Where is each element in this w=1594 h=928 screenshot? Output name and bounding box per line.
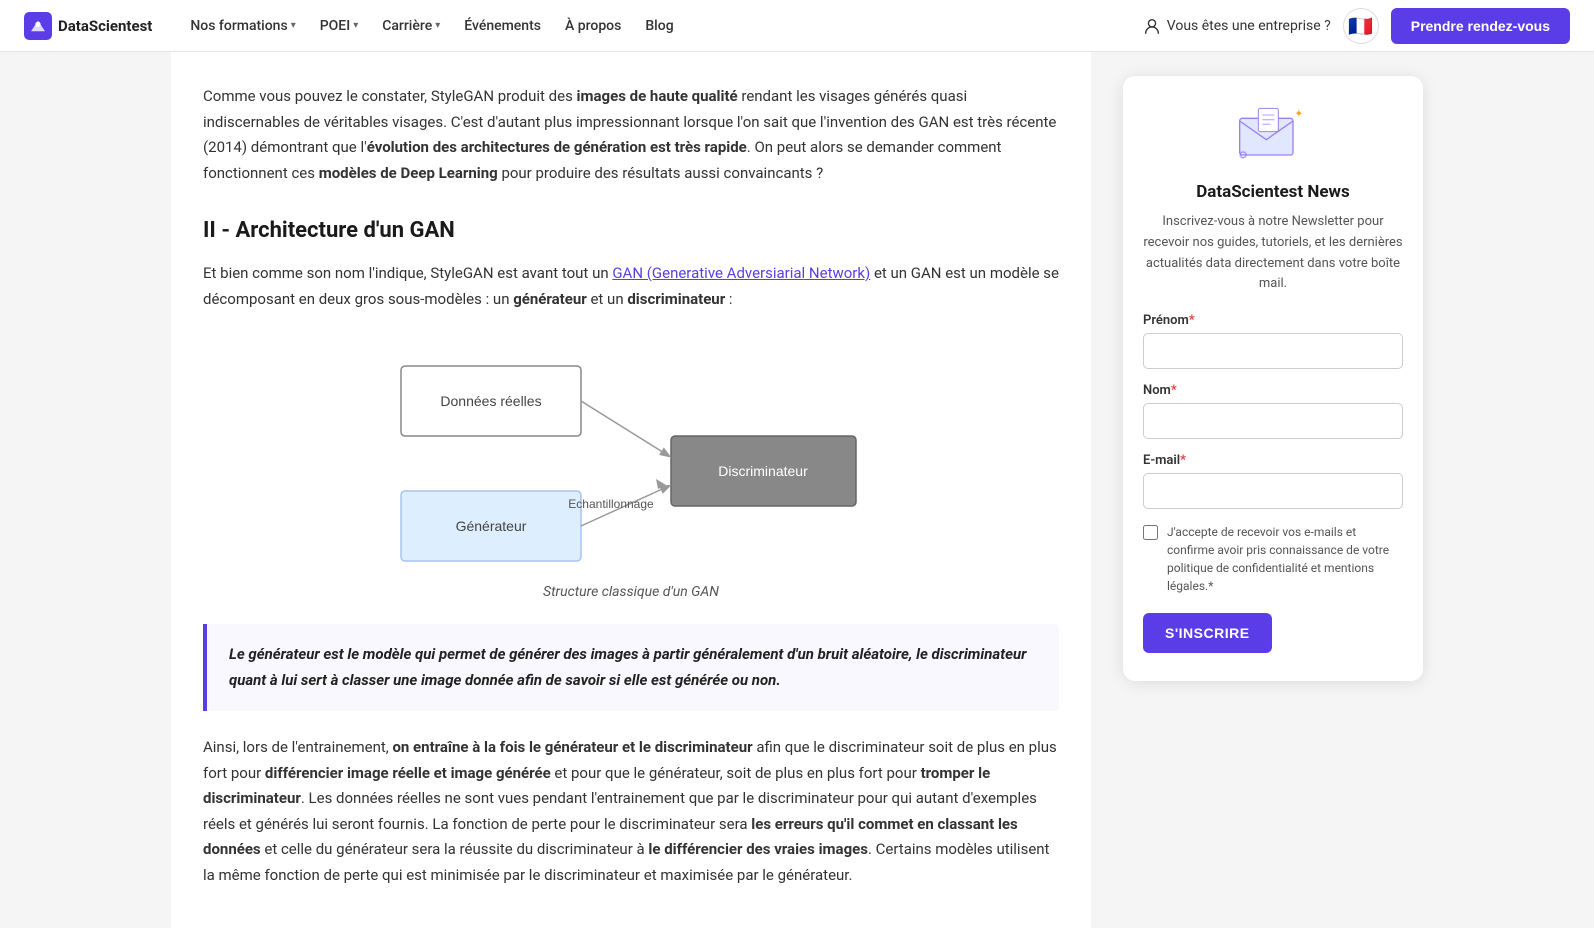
sidebar-card-desc: Inscrivez-vous à notre Newsletter pour r… bbox=[1143, 212, 1403, 295]
article-body: Ainsi, lors de l'entrainement, on entraî… bbox=[203, 735, 1059, 888]
nom-input[interactable] bbox=[1143, 403, 1403, 439]
gan-diagram-svg: Données réelles Générateur Discriminateu… bbox=[371, 336, 891, 576]
intro-bold1: images de haute qualité bbox=[577, 87, 738, 105]
navbar-logo[interactable]: DataScientest bbox=[24, 12, 152, 40]
sidebar: ✦ ⚙ DataScientest News Inscrivez-vous à … bbox=[1123, 52, 1423, 928]
cta-button[interactable]: Prendre rendez-vous bbox=[1391, 8, 1570, 44]
consent-label: J'accepte de recevoir vos e-mails et con… bbox=[1167, 523, 1403, 595]
svg-text:Données réelles: Données réelles bbox=[440, 393, 541, 409]
newsletter-illustration: ✦ ⚙ bbox=[1233, 100, 1313, 170]
consent-checkbox[interactable] bbox=[1143, 525, 1158, 540]
newsletter-card: ✦ ⚙ DataScientest News Inscrivez-vous à … bbox=[1123, 76, 1423, 681]
intro-bold2: évolution des architectures de génératio… bbox=[367, 138, 747, 156]
nav-label-carriere: Carrière bbox=[382, 18, 432, 34]
subscribe-button[interactable]: S'INSCRIRE bbox=[1143, 613, 1272, 653]
article-para1: Et bien comme son nom l'indique, StyleGA… bbox=[203, 261, 1059, 312]
nav-label-blog: Blog bbox=[645, 18, 673, 34]
prenom-input[interactable] bbox=[1143, 333, 1403, 369]
nav-item-blog[interactable]: Blog bbox=[635, 12, 683, 40]
navbar: DataScientest Nos formations ▾ POEI ▾ Ca… bbox=[0, 0, 1594, 52]
nav-right: Vous êtes une entreprise ? 🇫🇷 Prendre re… bbox=[1143, 8, 1570, 44]
diagram-svg-container: Données réelles Générateur Discriminateu… bbox=[371, 336, 891, 576]
article-intro: Comme vous pouvez le constater, StyleGAN… bbox=[203, 84, 1059, 186]
chevron-down-icon: ▾ bbox=[353, 20, 358, 31]
nav-item-carriere[interactable]: Carrière ▾ bbox=[372, 12, 450, 40]
logo-text: DataScientest bbox=[58, 17, 152, 35]
generateur-bold: générateur bbox=[513, 290, 587, 308]
body-bold5: le différencier des vraies images bbox=[648, 840, 868, 858]
highlight-text: Le générateur est le modèle qui permet d… bbox=[229, 642, 1037, 693]
section-heading: II - Architecture d'un GAN bbox=[203, 218, 1059, 243]
nav-label-poei: POEI bbox=[320, 18, 350, 34]
enterprise-label: Vous êtes une entreprise ? bbox=[1167, 18, 1331, 34]
prenom-label: Prénom* bbox=[1143, 313, 1403, 328]
main-content: Comme vous pouvez le constater, StyleGAN… bbox=[171, 52, 1091, 928]
svg-text:Générateur: Générateur bbox=[456, 518, 527, 534]
nom-label: Nom* bbox=[1143, 383, 1403, 398]
nav-label-apropos: À propos bbox=[565, 18, 621, 34]
discriminateur-bold: discriminateur bbox=[627, 290, 725, 308]
svg-text:Discriminateur: Discriminateur bbox=[718, 463, 808, 479]
nav-item-formations[interactable]: Nos formations ▾ bbox=[180, 12, 305, 40]
nav-label-formations: Nos formations bbox=[190, 18, 287, 34]
nav-label-evenements: Événements bbox=[464, 18, 541, 34]
nav-item-poei[interactable]: POEI ▾ bbox=[310, 12, 369, 40]
consent-row: J'accepte de recevoir vos e-mails et con… bbox=[1143, 523, 1403, 595]
enterprise-icon bbox=[1143, 17, 1161, 35]
nav-item-apropos[interactable]: À propos bbox=[555, 12, 631, 40]
nav-enterprise[interactable]: Vous êtes une entreprise ? bbox=[1143, 17, 1331, 35]
svg-text:Echantillonnage: Echantillonnage bbox=[568, 497, 654, 511]
sidebar-card-title: DataScientest News bbox=[1143, 182, 1403, 202]
body-bold4: les erreurs qu'il commet en classant les… bbox=[203, 815, 1018, 859]
chevron-down-icon: ▾ bbox=[435, 20, 440, 31]
diagram-caption: Structure classique d'un GAN bbox=[543, 584, 719, 600]
svg-text:⚙: ⚙ bbox=[1238, 148, 1248, 161]
nav-links: Nos formations ▾ POEI ▾ Carrière ▾ Événe… bbox=[180, 12, 1134, 40]
gan-link[interactable]: GAN (Generative Adversiarial Network) bbox=[612, 264, 870, 282]
nav-item-evenements[interactable]: Événements bbox=[454, 12, 551, 40]
email-label: E-mail* bbox=[1143, 453, 1403, 468]
body-bold2: différencier image réelle et image génér… bbox=[265, 764, 551, 782]
highlight-block: Le générateur est le modèle qui permet d… bbox=[203, 624, 1059, 711]
intro-bold3: modèles de Deep Learning bbox=[319, 164, 498, 182]
flag-button[interactable]: 🇫🇷 bbox=[1343, 8, 1379, 44]
chevron-down-icon: ▾ bbox=[291, 20, 296, 31]
logo-icon bbox=[24, 12, 52, 40]
flag-emoji: 🇫🇷 bbox=[1348, 14, 1373, 38]
body-bold1: on entraîne à la fois le générateur et l… bbox=[392, 738, 752, 756]
gan-diagram: Données réelles Générateur Discriminateu… bbox=[203, 336, 1059, 600]
email-input[interactable] bbox=[1143, 473, 1403, 509]
svg-text:✦: ✦ bbox=[1294, 107, 1303, 120]
